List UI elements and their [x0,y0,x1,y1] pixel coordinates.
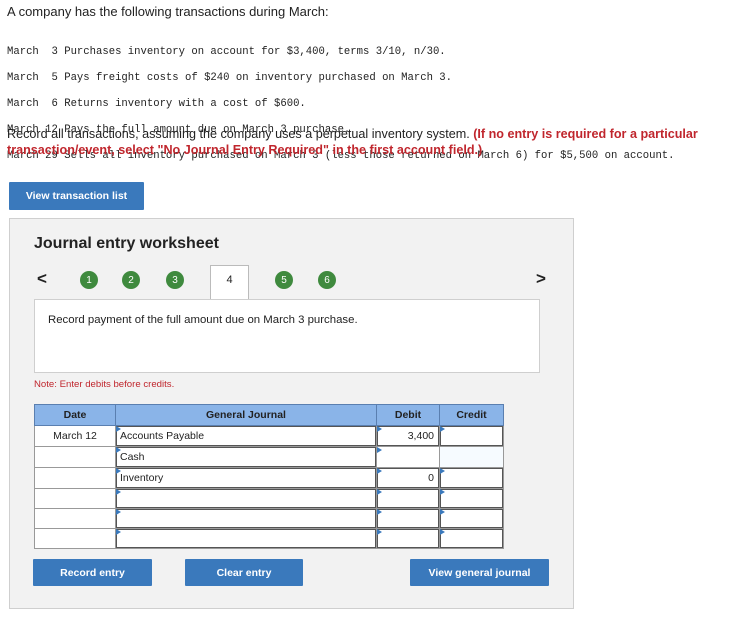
account-cell[interactable] [115,488,377,509]
credit-cell[interactable] [439,508,504,529]
credit-cell[interactable] [439,528,504,549]
date-cell[interactable] [34,467,116,489]
journal-table: Date General Journal Debit Credit March … [34,404,504,549]
debit-input[interactable] [377,529,439,548]
next-arrow-icon[interactable]: > [536,269,546,289]
transaction-description-box: Record payment of the full amount due on… [34,299,540,373]
input-marker-icon [440,426,445,432]
credit-cell[interactable] [439,488,504,509]
account-cell[interactable]: Accounts Payable [115,425,377,447]
date-cell[interactable]: March 12 [34,425,116,447]
general-journal-header: General Journal [115,404,377,426]
credit-input[interactable] [440,529,503,548]
date-cell[interactable] [34,508,116,529]
credit-input[interactable] [440,489,503,508]
date-header: Date [34,404,116,426]
instructions-main: Record all transactions, assuming the co… [7,127,470,141]
date-cell[interactable] [34,528,116,549]
credit-header: Credit [439,404,504,426]
debit-credit-note: Note: Enter debits before credits. [34,379,175,390]
debit-cell[interactable] [376,446,440,468]
credit-input[interactable] [440,509,503,528]
dropdown-marker-icon [116,426,121,432]
journal-row: Cash [34,446,504,468]
journal-row: Inventory 0 [34,467,504,489]
debit-cell[interactable]: 0 [376,467,440,489]
account-cell[interactable]: Inventory [115,467,377,489]
credit-cell[interactable] [439,425,504,447]
intro-text: A company has the following transactions… [7,4,329,19]
date-cell[interactable] [34,488,116,509]
worksheet-title: Journal entry worksheet [34,235,219,252]
step-5[interactable]: 5 [275,271,293,289]
debit-input[interactable]: 0 [377,468,439,488]
dropdown-marker-icon [116,489,121,495]
record-entry-button[interactable]: Record entry [33,559,152,586]
credit-input[interactable] [440,468,503,488]
transaction-line: March 6 Returns inventory with a cost of… [7,98,306,110]
step-2[interactable]: 2 [122,271,140,289]
transaction-line: March 3 Purchases inventory on account f… [7,46,446,58]
journal-row [34,528,504,549]
account-cell[interactable] [115,528,377,549]
debit-input[interactable] [377,489,439,508]
debit-cell[interactable] [376,488,440,509]
account-select[interactable]: Accounts Payable [116,426,376,446]
view-transaction-list-button[interactable]: View transaction list [9,182,144,210]
input-marker-icon [440,509,445,515]
input-marker-icon [377,489,382,495]
input-marker-icon [377,426,382,432]
input-marker-icon [377,468,382,474]
credit-input[interactable] [440,426,503,446]
credit-cell[interactable] [439,446,504,468]
account-cell[interactable]: Cash [115,446,377,468]
transaction-description: Record payment of the full amount due on… [48,314,358,326]
dropdown-marker-icon [116,529,121,535]
journal-entry-worksheet: Journal entry worksheet < > 1 2 3 4 5 6 … [9,218,574,609]
input-marker-icon [377,509,382,515]
account-cell[interactable] [115,508,377,529]
clear-entry-button[interactable]: Clear entry [185,559,303,586]
account-select[interactable]: Inventory [116,468,376,488]
debit-cell[interactable] [376,528,440,549]
view-general-journal-button[interactable]: View general journal [410,559,549,586]
dropdown-marker-icon [116,468,121,474]
step-3[interactable]: 3 [166,271,184,289]
step-6[interactable]: 6 [318,271,336,289]
debit-header: Debit [376,404,440,426]
dropdown-marker-icon [116,509,121,515]
input-marker-icon [440,529,445,535]
step-1[interactable]: 1 [80,271,98,289]
debit-input[interactable]: 3,400 [377,426,439,446]
journal-row: March 12 Accounts Payable 3,400 [34,425,504,447]
debit-cell[interactable] [376,508,440,529]
input-marker-icon [440,489,445,495]
account-select[interactable] [116,509,376,528]
debit-input[interactable] [377,509,439,528]
input-marker-icon [377,529,382,535]
dropdown-marker-icon [116,447,121,453]
step-4-active-tab[interactable]: 4 [210,265,249,299]
journal-row [34,508,504,529]
account-select[interactable]: Cash [116,447,376,467]
credit-cell[interactable] [439,467,504,489]
account-select[interactable] [116,489,376,508]
instructions: Record all transactions, assuming the co… [7,126,742,158]
date-cell[interactable] [34,446,116,468]
prev-arrow-icon[interactable]: < [37,269,47,289]
journal-row [34,488,504,509]
debit-cell[interactable]: 3,400 [376,425,440,447]
transaction-line: March 5 Pays freight costs of $240 on in… [7,72,453,84]
input-marker-icon [377,447,382,453]
input-marker-icon [440,468,445,474]
account-select[interactable] [116,529,376,548]
